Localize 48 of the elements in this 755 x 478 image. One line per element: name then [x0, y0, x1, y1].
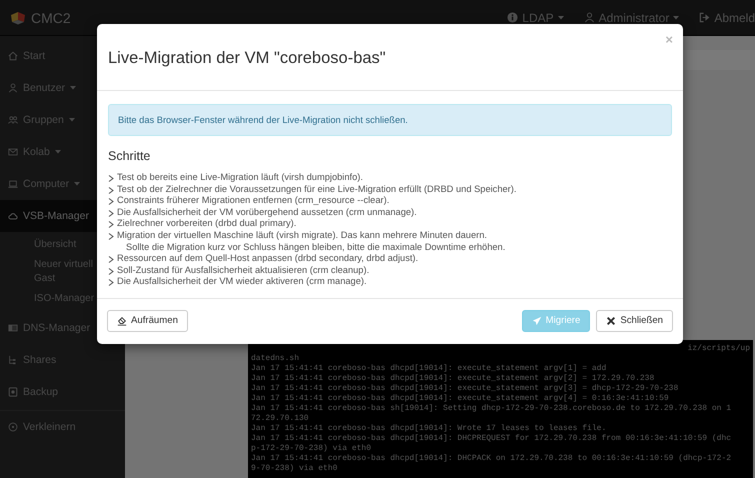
step-text: Test ob der Zielrechner die Voraussetzungen für eine Live-Migration erfüllt (DRBD und Speicher).: [117, 184, 516, 194]
section-heading: Schritte: [108, 149, 152, 163]
console-line: Jan 17 15:41:41 coreboso-bas dhcpd[19014]: execute_statement argv[1] = add: [251, 364, 606, 373]
step-note: Sollte die Migration kurz vor Schluss hängen bleiben, bitte die maximale Downtime erhöhen.: [125, 242, 506, 254]
paper-plane-icon: [532, 316, 542, 326]
brand-name[interactable]: CMC2: [31, 10, 71, 26]
console-line: 9-70-238) via eth0: [251, 464, 338, 473]
console-line: Jan 17 15:41:41 coreboso-bas dhcpd[19014]: DHCPREQUEST for 172.29.70.238 from 00:16:3e:41:10:59 (dhc: [251, 434, 732, 443]
console-line: Jan 17 15:41:41 coreboso-bas dhcpd[19014]: execute_statement argv[2] = 172.29.70.238: [251, 374, 654, 383]
laptop-icon: [8, 179, 18, 189]
cloud-icon: [8, 211, 18, 221]
user-icon: [8, 83, 18, 93]
close-icon: [606, 316, 616, 326]
dialog-title: Live-Migration der VM "coreboso-bas": [108, 49, 386, 68]
logout-icon: [699, 12, 710, 23]
console-line: 72.29.70.130: [251, 414, 309, 423]
dialog-button[interactable]: Aufräumen: [107, 310, 188, 332]
user-icon: [584, 12, 595, 23]
circle-icon: [8, 422, 18, 432]
navbar-link[interactable]: Administrator: [584, 10, 680, 24]
close-button[interactable]: ×: [665, 33, 673, 46]
console-line: Jan 17 15:41:41 coreboso-bas dhcpd[19014]: execute_statement argv[3] = dhcp-172-29-70-238: [251, 384, 678, 393]
console-line: p-172-29-70-238) via eth0: [251, 444, 372, 453]
console-line: Jan 17 15:41:41 coreboso-bas dhcpd[19014]: execute_statement argv[4] = 0:16:3e:41:10:59: [251, 394, 669, 403]
console-line: Jan 17 15:41:41 coreboso-bas sh[19014]: Setting dhcp-172-29-70-238.coreboso.de to 172.29.70.238 on 1: [251, 404, 732, 413]
dialog-button[interactable]: Schließen: [596, 310, 673, 332]
info-alert: Bitte das Browser-Fenster während der Live-Migration nicht schließen.: [108, 104, 672, 136]
tree-icon: [8, 355, 18, 365]
card-icon: [8, 323, 18, 333]
logo-icon: [10, 10, 26, 24]
console-line: iz/scripts/up: [688, 344, 750, 353]
eraser-icon: [117, 316, 127, 326]
disk-icon: [8, 387, 18, 397]
info-icon: [507, 12, 518, 23]
dialog-button[interactable]: Migriere: [522, 310, 590, 332]
console-line: datedns.sh: [251, 354, 300, 363]
console-line: Jan 17 15:41:41 coreboso-bas dhcpd[19014]: DHCPACK on 172.29.70.238 to 00:16:3e:41:10:59 (dhcp-172-2: [251, 454, 732, 463]
step-text: Die Ausfallsicherheit der VM wieder aktiveren (crm manage).: [117, 276, 367, 286]
home-icon: [8, 51, 18, 61]
step-text: Test ob bereits eine Live-Migration läuft (virsh dumpjobinfo).: [117, 172, 363, 182]
group-icon: [8, 115, 18, 125]
step-text: Ressourcen auf dem Quell-Host anpassen (drbd secondary, drbd adjust).: [117, 253, 418, 264]
navbar-link[interactable]: LDAP: [507, 10, 564, 24]
step-text: Migration der virtuellen Maschine läuft (virsh migrate). Das kann mehrere Minuten dauern.: [117, 230, 487, 240]
envelope-icon: [8, 147, 18, 157]
console-line: Jan 17 15:41:41 coreboso-bas dhcpd[19014]: Wrote 17 leases to leases file.: [251, 424, 606, 433]
step-text: Soll-Zustand für Ausfallsicherheit aktualisieren (crm cleanup).: [117, 264, 370, 275]
navbar-link[interactable]: Abmeld: [699, 10, 755, 24]
